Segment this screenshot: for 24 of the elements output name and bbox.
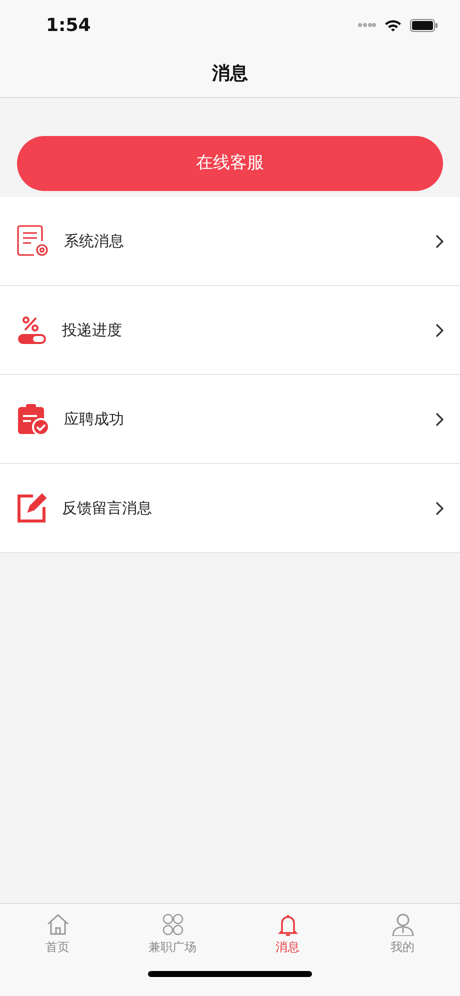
item-label: 投递进度 (62, 320, 122, 341)
item-label: 反馈留言消息 (62, 498, 152, 519)
home-icon (44, 912, 70, 936)
tab-bar-item[interactable]: 兼职广场 (115, 904, 230, 957)
status-time: 1:54 (46, 14, 91, 38)
edit-icon (16, 492, 48, 524)
chevron-right-icon (435, 322, 444, 338)
document-settings-icon (16, 224, 50, 258)
tab-bar-item[interactable]: 首页 (0, 904, 115, 957)
battery-icon (410, 18, 438, 32)
item-label: 应聘成功 (64, 408, 124, 430)
signal-icon (358, 21, 376, 29)
tab-bar-item[interactable]: 我的 (345, 904, 460, 957)
user-icon (390, 912, 416, 936)
clipboard-check-icon (16, 402, 50, 436)
chevron-right-icon (435, 234, 444, 248)
item-label: 系统消息 (64, 230, 124, 252)
tab-bar-item[interactable]: 消息 (230, 904, 345, 957)
page-title: 消息 (212, 62, 248, 86)
progress-toggle-icon (16, 315, 48, 345)
chevron-right-icon (435, 412, 444, 426)
chevron-right-icon (435, 500, 444, 516)
wifi-icon (384, 18, 402, 32)
customer-service-button[interactable]: 在线客服 (17, 136, 443, 191)
